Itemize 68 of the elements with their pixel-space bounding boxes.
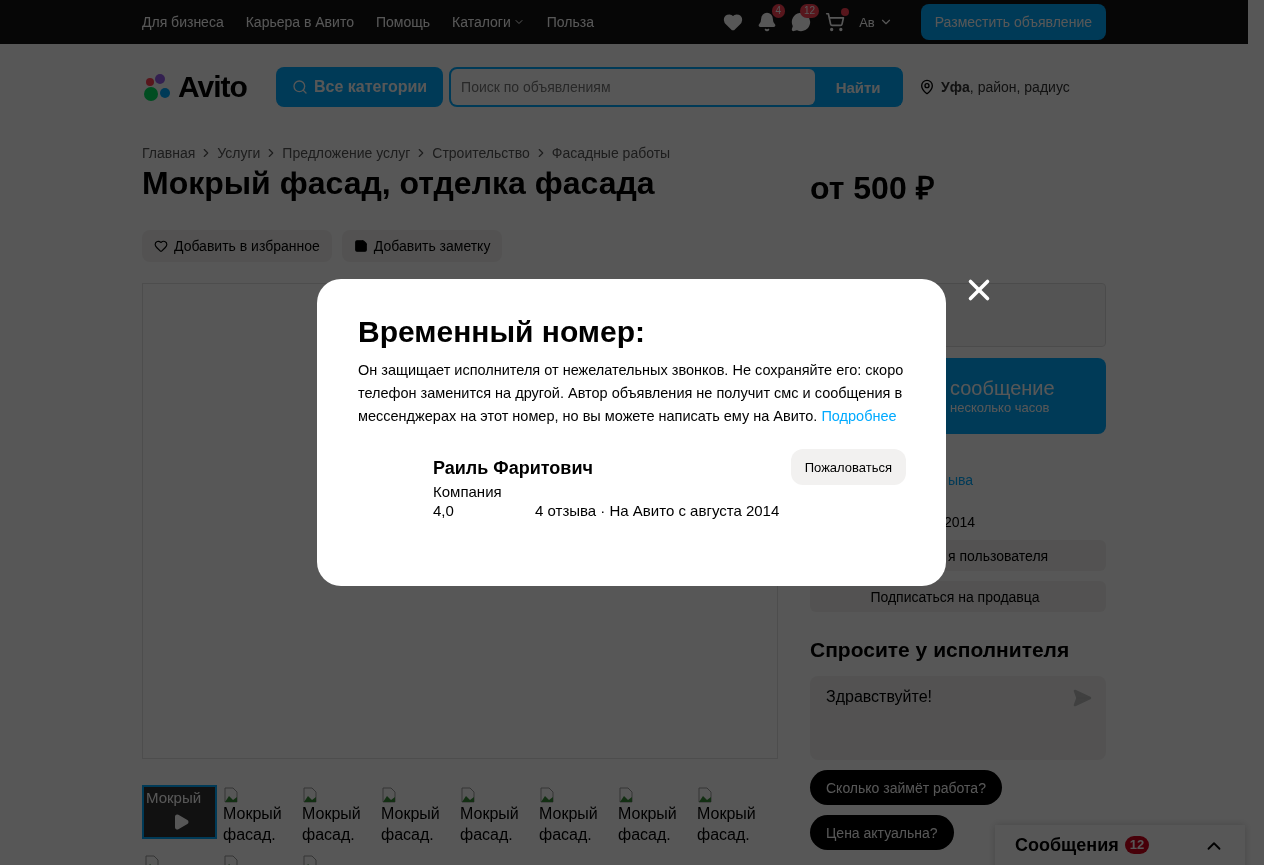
note-button[interactable]: Добавить заметку bbox=[341, 230, 503, 262]
ask-heading: Спросите у исполнителя bbox=[810, 638, 1071, 662]
seller-details: 4 отзыва · На Авито с августа 2014 bbox=[535, 502, 780, 519]
modal-title: Временный номер: bbox=[358, 315, 647, 349]
breadcrumb-link[interactable]: Главная bbox=[142, 145, 196, 161]
seller-type: Компания bbox=[433, 483, 503, 500]
bell-icon[interactable] bbox=[757, 12, 778, 32]
notification-badge: 4 bbox=[771, 4, 786, 18]
listing-title: Мокрый фасад, отделка фасада bbox=[142, 165, 656, 203]
broken-image-icon bbox=[381, 787, 397, 803]
logo-text[interactable]: Avito bbox=[178, 70, 247, 104]
thumbnail-alt-text: Мокрый фасад. bbox=[697, 804, 757, 845]
thumbnail-alt-text: Мокрый фасад. bbox=[223, 804, 283, 845]
messenger-title: Сообщения bbox=[1015, 835, 1119, 856]
broken-image-icon bbox=[697, 787, 713, 803]
messenger-panel[interactable]: Сообщения 12 bbox=[995, 825, 1245, 865]
quick-question-chip[interactable]: Сколько займёт работа? bbox=[810, 770, 1002, 805]
messenger-badge: 12 bbox=[1124, 836, 1150, 854]
broken-image-icon bbox=[223, 787, 239, 803]
play-icon bbox=[172, 813, 190, 831]
thumbnail[interactable]: Мокрый фасад. bbox=[616, 785, 691, 847]
top-link[interactable]: Польза bbox=[546, 14, 594, 30]
thumbnail[interactable]: Мокрый фасад. bbox=[379, 785, 454, 847]
thumbnail-alt-text: Мокрый фасад. bbox=[460, 804, 520, 845]
thumbnail[interactable]: Мокрый фасад. bbox=[221, 785, 296, 847]
search-icon bbox=[292, 79, 308, 95]
broken-image-icon bbox=[302, 787, 318, 803]
thumbnail[interactable]: Мокрый фасад. bbox=[458, 785, 533, 847]
subscribe-button[interactable]: Подписаться на продавца bbox=[810, 581, 1106, 612]
breadcrumb-link[interactable]: Предложение услуг bbox=[282, 145, 411, 161]
thumbnail-alt-text: Мокрый фасад. bbox=[302, 804, 362, 845]
thumbnail[interactable]: Мокрый bbox=[142, 785, 217, 839]
report-button[interactable]: Пожаловаться bbox=[790, 449, 906, 485]
location-pin-icon bbox=[919, 79, 936, 95]
favorite-button[interactable]: Добавить в избранное bbox=[142, 230, 332, 262]
post-ad-button[interactable]: Разместить объявление bbox=[920, 4, 1106, 40]
top-link[interactable]: Помощь bbox=[375, 14, 430, 30]
thumbnail[interactable]: Мокрый фасад. bbox=[695, 785, 770, 847]
broken-image-icon bbox=[618, 787, 634, 803]
message-field[interactable]: Здравствуйте! bbox=[810, 676, 1106, 760]
thumbnail-alt-text: Мокрый фасад. bbox=[618, 804, 678, 845]
breadcrumb-link[interactable]: Фасадные работы bbox=[551, 145, 671, 161]
quick-question-chip[interactable]: Цена актуальна? bbox=[810, 815, 954, 850]
note-icon bbox=[353, 239, 368, 253]
broken-image-icon bbox=[460, 787, 476, 803]
broken-image-icon bbox=[539, 787, 555, 803]
heart-icon bbox=[154, 239, 168, 253]
breadcrumb-link[interactable]: Услуги bbox=[217, 145, 261, 161]
seller-rating: 4,0 bbox=[433, 502, 455, 519]
breadcrumb-link[interactable]: Строительство bbox=[432, 145, 530, 161]
thumbnail[interactable]: Мокрый фасад. bbox=[300, 785, 375, 847]
categories-button[interactable]: Все категории bbox=[276, 67, 444, 107]
top-link[interactable]: Для бизнеса bbox=[142, 14, 224, 30]
seller-name: Раиль Фаритович bbox=[433, 458, 594, 479]
top-link[interactable]: Карьера в Авито bbox=[245, 14, 354, 30]
thumbnail[interactable]: Мокрый фасад. bbox=[537, 785, 612, 847]
thumbnail-alt-text: Мокрый bbox=[145, 788, 203, 807]
price: от 500 ₽ bbox=[810, 169, 936, 208]
heart-icon[interactable] bbox=[723, 12, 744, 32]
member-since-text: 2014 bbox=[943, 514, 977, 532]
more-link[interactable]: Подробнее bbox=[821, 408, 897, 424]
thumbnail-alt-text: Мокрый фасад. bbox=[381, 804, 441, 845]
thumbnail-alt-text: Мокрый фасад. bbox=[539, 804, 599, 845]
location-link[interactable]: Уфа, район, радиус bbox=[941, 79, 1070, 95]
top-link[interactable]: Каталоги bbox=[452, 14, 525, 30]
avatar-alt-text[interactable]: Ав bbox=[859, 14, 875, 30]
cart-icon[interactable] bbox=[825, 12, 846, 32]
message-badge: 12 bbox=[800, 4, 820, 18]
